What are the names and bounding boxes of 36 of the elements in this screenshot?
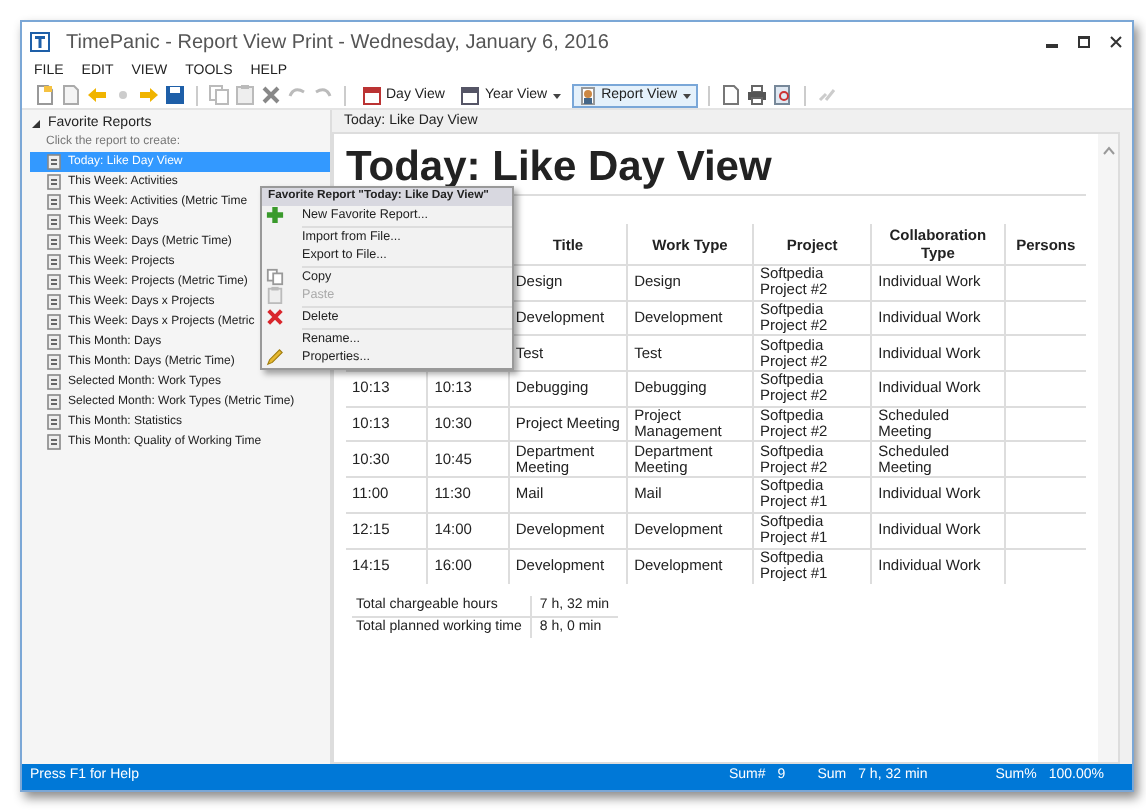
app-icon (30, 32, 50, 52)
close-icon[interactable] (1108, 34, 1124, 50)
expand-icon[interactable] (30, 118, 42, 130)
save-icon[interactable] (164, 84, 186, 106)
report-icon (46, 314, 62, 330)
printer-icon[interactable] (745, 84, 768, 106)
report-icon (46, 374, 62, 390)
maximize-icon[interactable] (1076, 34, 1092, 50)
new-document-icon[interactable] (34, 84, 56, 106)
back-arrow-icon[interactable] (86, 84, 108, 106)
report-icon (46, 274, 62, 290)
paste-icon[interactable] (234, 84, 256, 106)
report-icon (46, 294, 62, 310)
report-icon (46, 414, 62, 430)
report-icon (46, 154, 62, 170)
delete-icon[interactable] (260, 84, 282, 106)
pencil-icon (266, 348, 284, 366)
report-icon (46, 394, 62, 410)
report-icon (46, 214, 62, 230)
report-icon (46, 174, 62, 190)
copy-icon[interactable] (208, 84, 230, 106)
scrollbar[interactable] (1098, 134, 1118, 762)
copy-icon (266, 268, 284, 286)
print-preview-icon[interactable] (771, 84, 794, 106)
plus-icon (266, 206, 284, 224)
link-icon[interactable] (815, 84, 838, 106)
report-icon (46, 254, 62, 270)
report-icon (46, 194, 62, 210)
window-title: TimePanic - Report View Print - Wednesday, January 6, 2016 (66, 29, 609, 57)
paste-icon (266, 286, 284, 304)
report-icon (46, 334, 62, 350)
delete-icon (266, 308, 284, 326)
report-icon (46, 234, 62, 250)
report-icon (46, 434, 62, 450)
scroll-up-icon[interactable] (1101, 146, 1115, 156)
report-icon (46, 354, 62, 370)
